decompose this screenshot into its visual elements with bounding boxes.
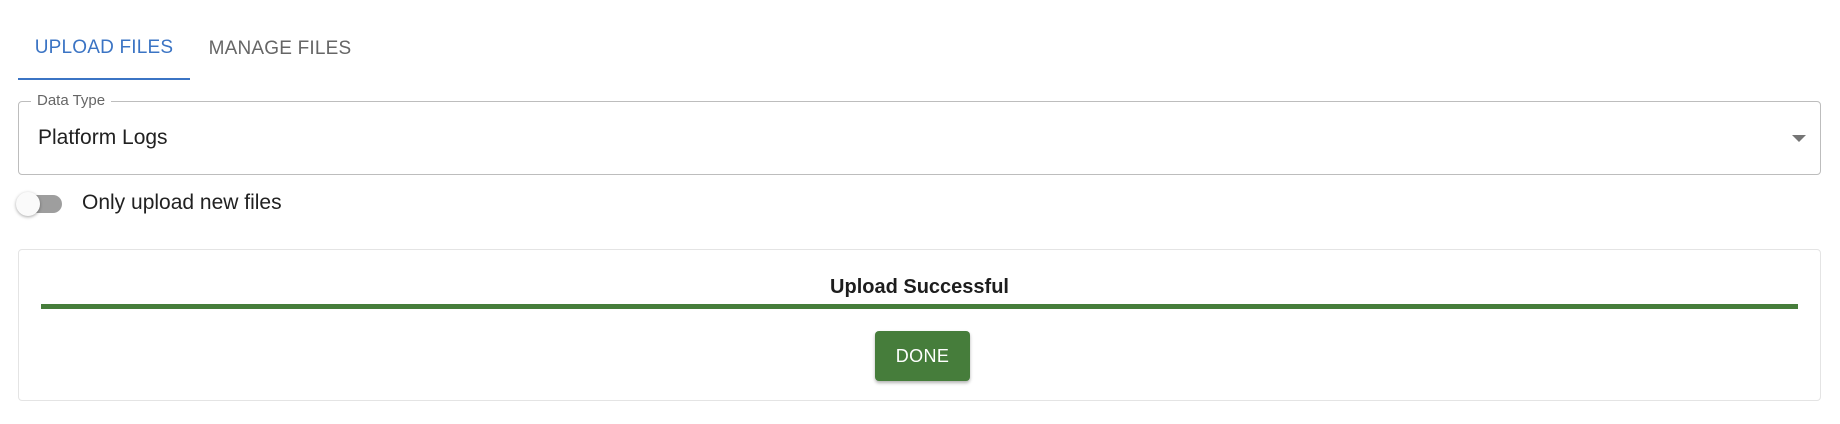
switch-thumb[interactable]: [16, 192, 40, 216]
tab-manage-files[interactable]: MANAGE FILES: [190, 18, 370, 80]
tab-upload-files[interactable]: UPLOAD FILES: [18, 18, 190, 80]
only-new-files-switch[interactable]: [16, 190, 66, 216]
tab-manage-files-label: MANAGE FILES: [208, 38, 352, 59]
upload-result-card: Upload Successful DONE: [18, 249, 1821, 401]
done-button[interactable]: DONE: [875, 331, 970, 381]
tab-upload-files-label: UPLOAD FILES: [34, 37, 174, 58]
only-new-files-label: Only upload new files: [82, 191, 282, 214]
data-type-label: Data Type: [31, 92, 112, 110]
arrow-drop-down-icon: [1792, 135, 1806, 142]
tab-bar: UPLOAD FILES MANAGE FILES: [18, 18, 370, 80]
upload-status-title: Upload Successful: [830, 276, 1009, 298]
upload-progress-fill: [41, 304, 1798, 309]
data-type-select[interactable]: Data Type Platform Logs: [18, 92, 1821, 175]
data-type-value: Platform Logs: [38, 126, 168, 149]
upload-progress-bar: [41, 304, 1798, 309]
only-new-files-toggle-row: Only upload new files: [16, 188, 282, 218]
